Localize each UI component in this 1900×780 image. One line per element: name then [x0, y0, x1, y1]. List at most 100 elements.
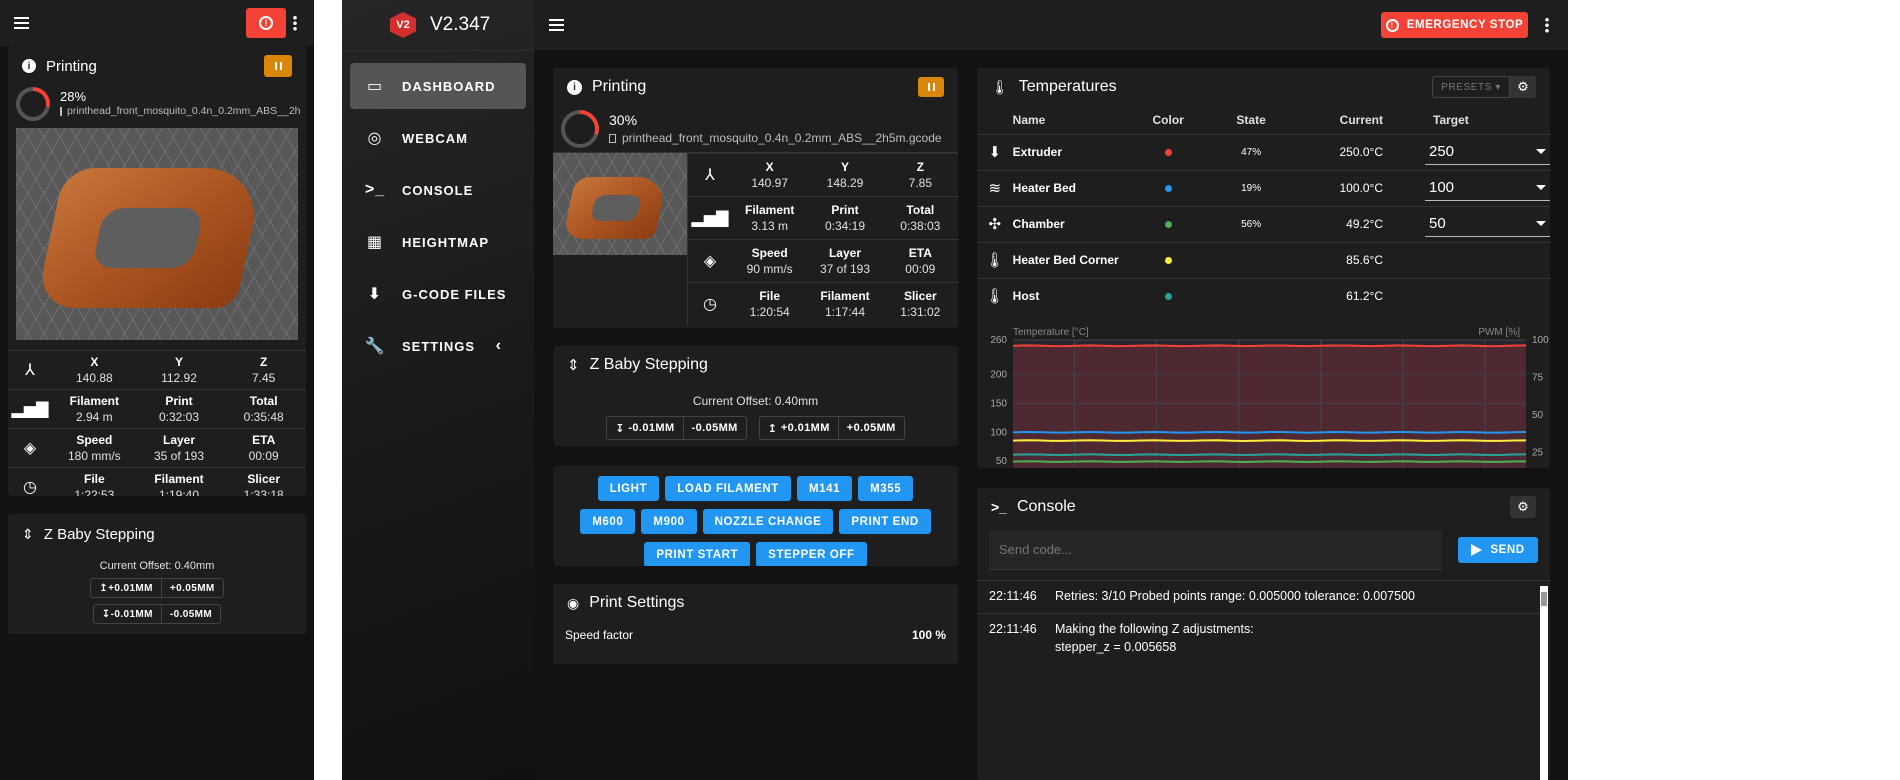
stat-value: 1:17:44	[824, 305, 866, 319]
gear-icon[interactable]: ⚙	[1510, 496, 1536, 518]
macro-button[interactable]: LIGHT	[597, 476, 660, 501]
z-down-small-button[interactable]: ↧ -0.01MM	[607, 417, 682, 439]
axes-icon: ⅄	[25, 362, 35, 379]
emergency-stop-button[interactable]: !	[246, 8, 286, 38]
target-select[interactable]: 100	[1425, 175, 1550, 201]
emergency-stop-button[interactable]: ! EMERGENCY STOP	[1381, 12, 1528, 38]
more-icon[interactable]	[293, 15, 297, 31]
main-content: i Printing 30% printhead_front_mosquito_…	[534, 50, 1568, 780]
console-text: Making the following Z adjustments:	[1055, 622, 1254, 636]
stat-cell: ETA 00:09	[221, 432, 306, 464]
y-tick-label: 50	[996, 456, 1008, 467]
info-icon: i	[567, 79, 582, 95]
card-title: Z Baby Stepping	[43, 525, 155, 543]
stat-value: 1:19:40	[158, 488, 200, 496]
hamburger-icon[interactable]	[14, 17, 29, 29]
column-header: Target	[1433, 112, 1469, 127]
heater-name: Heater Bed Corner	[1012, 241, 1133, 278]
macro-button[interactable]: PRINT END	[839, 509, 931, 534]
nav-item-console[interactable]: >_ CONSOLE	[350, 167, 526, 213]
macro-button[interactable]: M900	[641, 509, 697, 534]
card-title: Print Settings	[589, 594, 685, 611]
stat-cell: Print 0:32:03	[137, 393, 222, 425]
print-preview-image	[16, 128, 298, 340]
y2-tick-label: 75	[1532, 373, 1544, 384]
z-down-large-button[interactable]: -0.05MM	[160, 605, 220, 623]
stat-cell: Filament 1:19:40	[137, 471, 222, 496]
series-color-dot[interactable]	[1164, 257, 1172, 264]
stat-label: Layer	[162, 433, 196, 447]
stat-cell: Slicer 1:33:18	[221, 471, 306, 496]
nav-item-webcam[interactable]: ◎ WEBCAM	[350, 115, 526, 161]
nav-item-g-code-files[interactable]: ⬇ G-CODE FILES	[350, 271, 526, 317]
stat-value: 35 of 193	[153, 449, 205, 463]
speed-factor-value: 100 %	[911, 628, 946, 642]
send-button[interactable]: SEND	[1458, 537, 1538, 563]
presets-button[interactable]: PRESETS ▾	[1432, 76, 1510, 98]
more-icon[interactable]	[1545, 17, 1549, 33]
nav-item-dashboard[interactable]: ▭ DASHBOARD	[350, 63, 526, 109]
console-line: 22:11:46 Making the following Z adjustme…	[977, 613, 1550, 640]
filename: printhead_front_mosquito_0.4n_0.2mm_ABS_…	[67, 105, 300, 117]
z-down-large-button[interactable]: -0.05MM	[682, 417, 746, 439]
progress-percent: 30%	[609, 112, 638, 128]
macro-button[interactable]: M600	[580, 509, 636, 534]
pause-button[interactable]	[918, 77, 944, 97]
info-icon: i	[22, 59, 36, 73]
stat-label: Slicer	[247, 472, 281, 486]
target-select[interactable]: 50	[1425, 211, 1550, 237]
pause-button[interactable]	[264, 55, 292, 77]
z-up-small-button[interactable]: ↥ +0.01MM	[760, 417, 838, 439]
series-line	[1012, 460, 1527, 464]
stat-value: 00:09	[248, 449, 279, 463]
series-color-dot[interactable]	[1164, 221, 1172, 228]
app-logo: V2	[390, 12, 416, 38]
thermometer-icon: 🌡	[977, 277, 1013, 314]
heater-name: Chamber	[1012, 205, 1133, 242]
macro-button[interactable]: M355	[858, 476, 914, 501]
target-select[interactable]: 250	[1425, 139, 1550, 165]
stat-value: 2.94 m	[75, 410, 113, 424]
z-down-small-button[interactable]: ↧ -0.01MM	[94, 605, 161, 623]
wrench-icon: 🔧	[364, 338, 386, 355]
chart-bar-icon: ▂▅▇	[691, 210, 729, 227]
heater-current: 100.0°C	[1298, 169, 1413, 206]
stat-row: ◷ File 1:20:54 Filament 1:17:44 Slicer 1:31:0…	[688, 282, 958, 325]
heater-current: 49.2°C	[1298, 205, 1413, 242]
nav-item-settings[interactable]: 🔧 SETTINGS ‹	[350, 323, 526, 369]
gear-icon[interactable]: ⚙	[1510, 76, 1536, 98]
series-color-dot[interactable]	[1164, 293, 1172, 301]
hamburger-icon[interactable]	[549, 19, 564, 31]
stat-value: 0:34:19	[824, 219, 866, 233]
macro-button[interactable]: STEPPER OFF	[756, 542, 867, 566]
temperatures-table: Name Color State Current Target ⬇ Extruder 4…	[977, 106, 1550, 314]
stat-row: ⅄ X 140.88 Y 112.92 Z 7.45	[8, 350, 306, 389]
stat-label: Speed	[751, 246, 788, 260]
column-header: Color	[1152, 112, 1184, 127]
stat-label: Speed	[76, 433, 113, 447]
z-up-large-button[interactable]: +0.05MM	[160, 579, 223, 597]
series-color-dot[interactable]	[1164, 185, 1172, 192]
nav-item-label: CONSOLE	[402, 182, 474, 198]
stat-label: X	[765, 160, 774, 174]
console-input[interactable]	[989, 530, 1442, 570]
macro-button[interactable]: PRINT START	[644, 542, 751, 566]
webcam-icon: ◎	[367, 130, 383, 147]
console-scrollbar[interactable]	[1540, 586, 1548, 780]
stat-value: 180 mm/s	[67, 449, 121, 463]
table-row: ≋ Heater Bed 19% 100.0°C 100	[977, 169, 1550, 206]
series-color-dot[interactable]	[1164, 149, 1172, 156]
chart-bar-icon: ▂▅▇	[11, 401, 49, 418]
y2-tick-label: 50	[1532, 410, 1544, 421]
nav-item-heightmap[interactable]: ▦ HEIGHTMAP	[350, 219, 526, 265]
stat-cell: Z 7.45	[221, 354, 306, 386]
macro-button[interactable]: M141	[796, 476, 853, 501]
y-tick-label: 260	[990, 335, 1007, 346]
print-preview-image	[553, 153, 687, 255]
stat-cell: Speed 180 mm/s	[52, 432, 137, 464]
z-up-small-button[interactable]: ↥ +0.01MM	[91, 579, 161, 597]
stat-value: 37 of 193	[819, 262, 871, 276]
macro-button[interactable]: LOAD FILAMENT	[665, 476, 791, 501]
z-up-large-button[interactable]: +0.05MM	[837, 417, 904, 439]
macro-button[interactable]: NOZZLE CHANGE	[702, 509, 834, 534]
